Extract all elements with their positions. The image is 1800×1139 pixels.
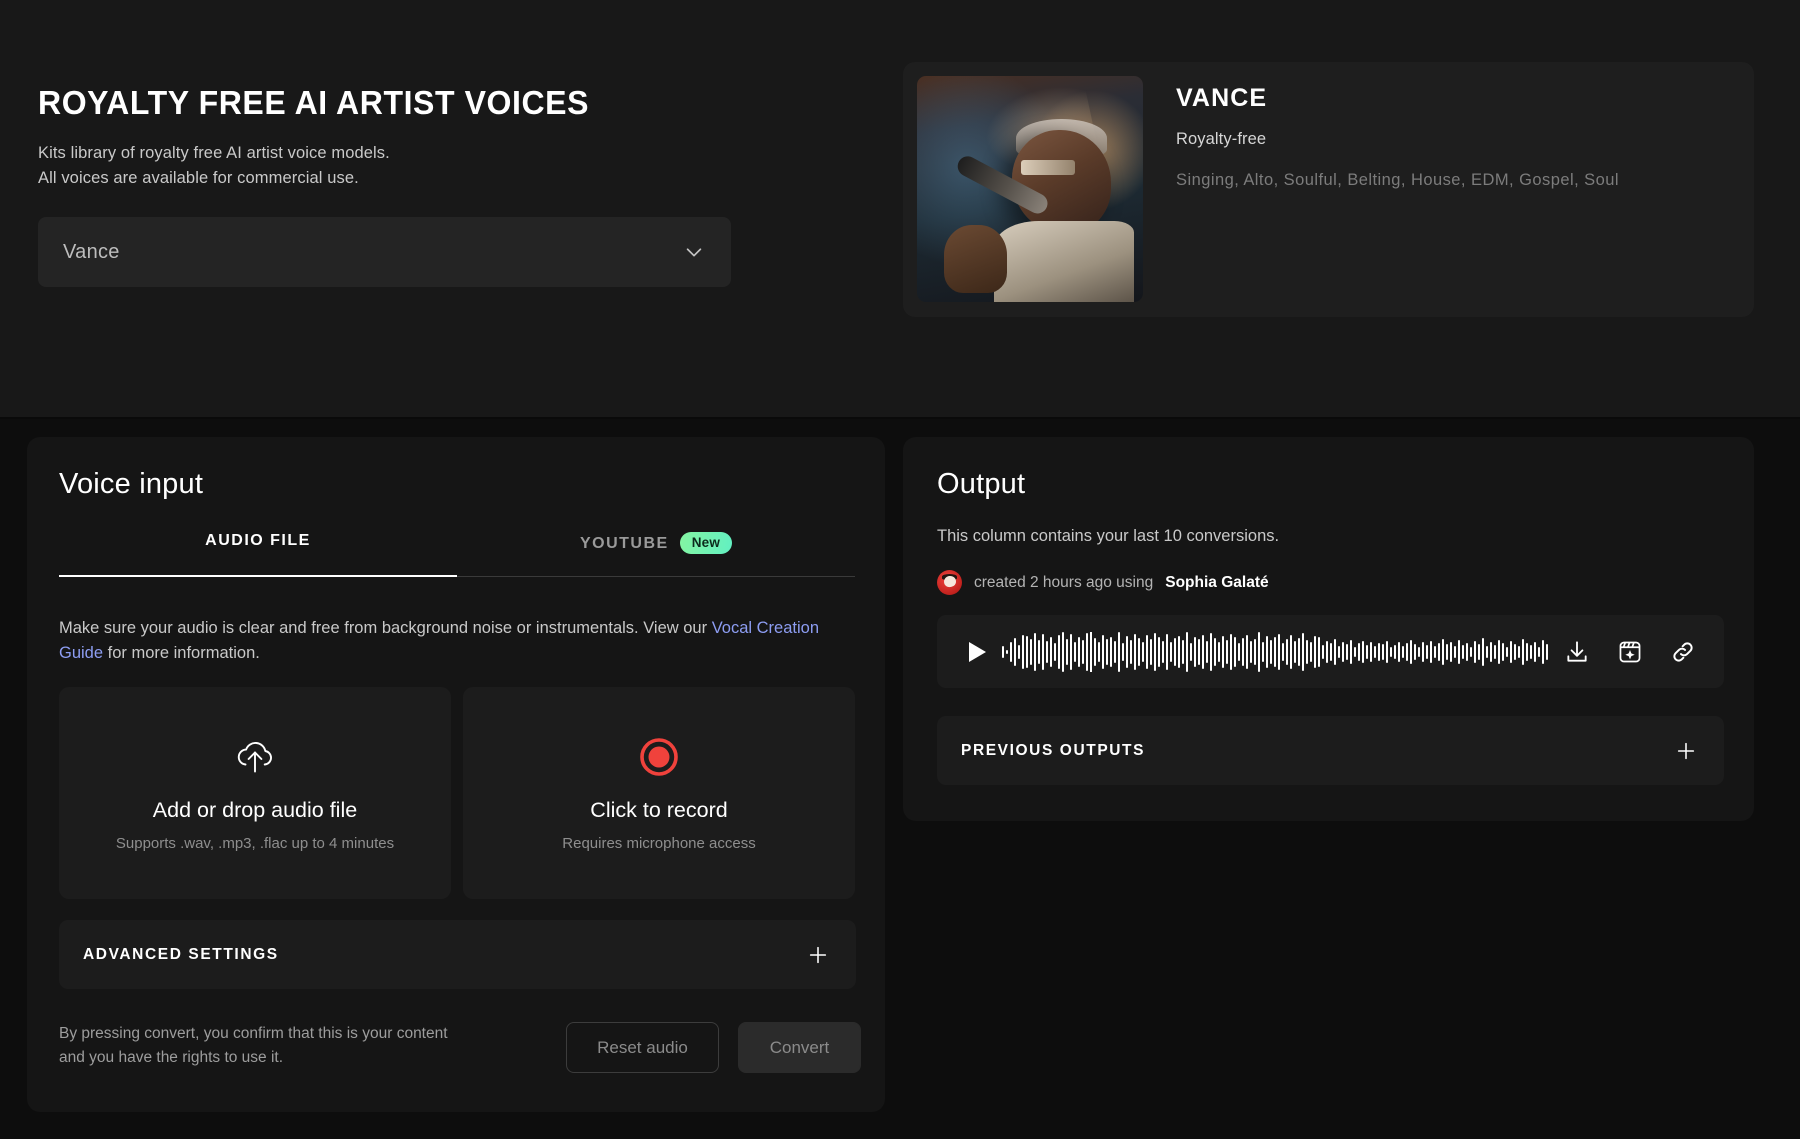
audio-quality-hint: Make sure your audio is clear and free f… [59,616,859,666]
add-or-drop-audio-subtitle: Supports .wav, .mp3, .flac up to 4 minut… [116,835,394,852]
click-to-record-title: Click to record [590,798,727,823]
click-to-record-subtitle: Requires microphone access [562,835,755,852]
hero-section: ROYALTY FREE AI ARTIST VOICES Kits libra… [0,0,1800,418]
artist-portrait-image [917,76,1143,302]
page-title: ROYALTY FREE AI ARTIST VOICES [38,86,833,121]
download-icon[interactable] [1564,639,1590,665]
voice-input-tabs: AUDIO FILE YOUTUBE New [59,532,855,577]
artist-name: VANCE [1176,84,1619,113]
advanced-settings-accordion[interactable]: ADVANCED SETTINGS [59,920,856,989]
tabs-underline [59,576,855,577]
play-icon[interactable] [969,642,986,662]
hero-text-block: ROYALTY FREE AI ARTIST VOICES Kits libra… [38,86,858,191]
tab-youtube-label: YOUTUBE [580,535,669,552]
input-dropzones: Add or drop audio file Supports .wav, .m… [59,687,855,899]
tab-audio-file-label: AUDIO FILE [205,532,311,549]
new-badge: New [680,532,732,554]
click-to-record-dropzone[interactable]: Click to record Requires microphone acce… [463,687,855,899]
plus-icon [807,944,829,966]
convert-legal-text: By pressing convert, you confirm that th… [59,1022,459,1070]
app-root: ROYALTY FREE AI ARTIST VOICES Kits libra… [0,0,1800,1139]
chevron-down-icon [683,241,705,263]
hero-subtitle: Kits library of royalty free AI artist v… [38,141,858,191]
artist-meta: VANCE Royalty-free Singing, Alto, Soulfu… [1143,76,1619,303]
add-or-drop-audio-title: Add or drop audio file [153,798,357,823]
advanced-settings-label: ADVANCED SETTINGS [83,946,807,964]
upload-cloud-icon [233,734,277,780]
artist-license: Royalty-free [1176,130,1619,149]
previous-outputs-label: PREVIOUS OUTPUTS [961,742,1675,760]
voice-model-select[interactable]: Vance [38,217,731,287]
stems-sparkle-icon[interactable] [1617,639,1643,665]
tab-audio-file[interactable]: AUDIO FILE [59,532,457,576]
player-action-icons [1564,639,1696,665]
hero-subtitle-line-1: Kits library of royalty free AI artist v… [38,141,858,166]
add-or-drop-audio-dropzone[interactable]: Add or drop audio file Supports .wav, .m… [59,687,451,899]
voice-model-select-value: Vance [63,241,683,264]
output-credit-prefix: created 2 hours ago using [974,574,1153,592]
output-credit-voice: Sophia Galaté [1165,574,1268,592]
artist-card[interactable]: VANCE Royalty-free Singing, Alto, Soulfu… [903,62,1754,317]
plus-icon [1675,740,1697,762]
link-icon[interactable] [1670,639,1696,665]
artist-tags: Singing, Alto, Soulful, Belting, House, … [1176,171,1619,190]
waveform[interactable] [1002,632,1548,672]
convert-button[interactable]: Convert [738,1022,861,1073]
record-circle-icon [640,734,678,780]
section-divider [0,417,1800,419]
output-description: This column contains your last 10 conver… [937,527,1279,546]
hero-subtitle-line-2: All voices are available for commercial … [38,166,858,191]
output-credit: created 2 hours ago using Sophia Galaté [937,570,1269,595]
voice-input-actions: Reset audio Convert [566,1022,861,1073]
hint-text-after: for more information. [103,644,260,662]
reset-audio-button[interactable]: Reset audio [566,1022,719,1073]
voice-input-heading: Voice input [59,468,203,501]
tab-active-indicator [59,575,457,577]
audio-player [937,615,1724,688]
previous-outputs-accordion[interactable]: PREVIOUS OUTPUTS [937,716,1724,785]
artist-avatar [937,570,962,595]
tab-youtube[interactable]: YOUTUBE New [457,532,855,576]
hint-text-before: Make sure your audio is clear and free f… [59,619,712,637]
output-heading: Output [937,468,1025,501]
